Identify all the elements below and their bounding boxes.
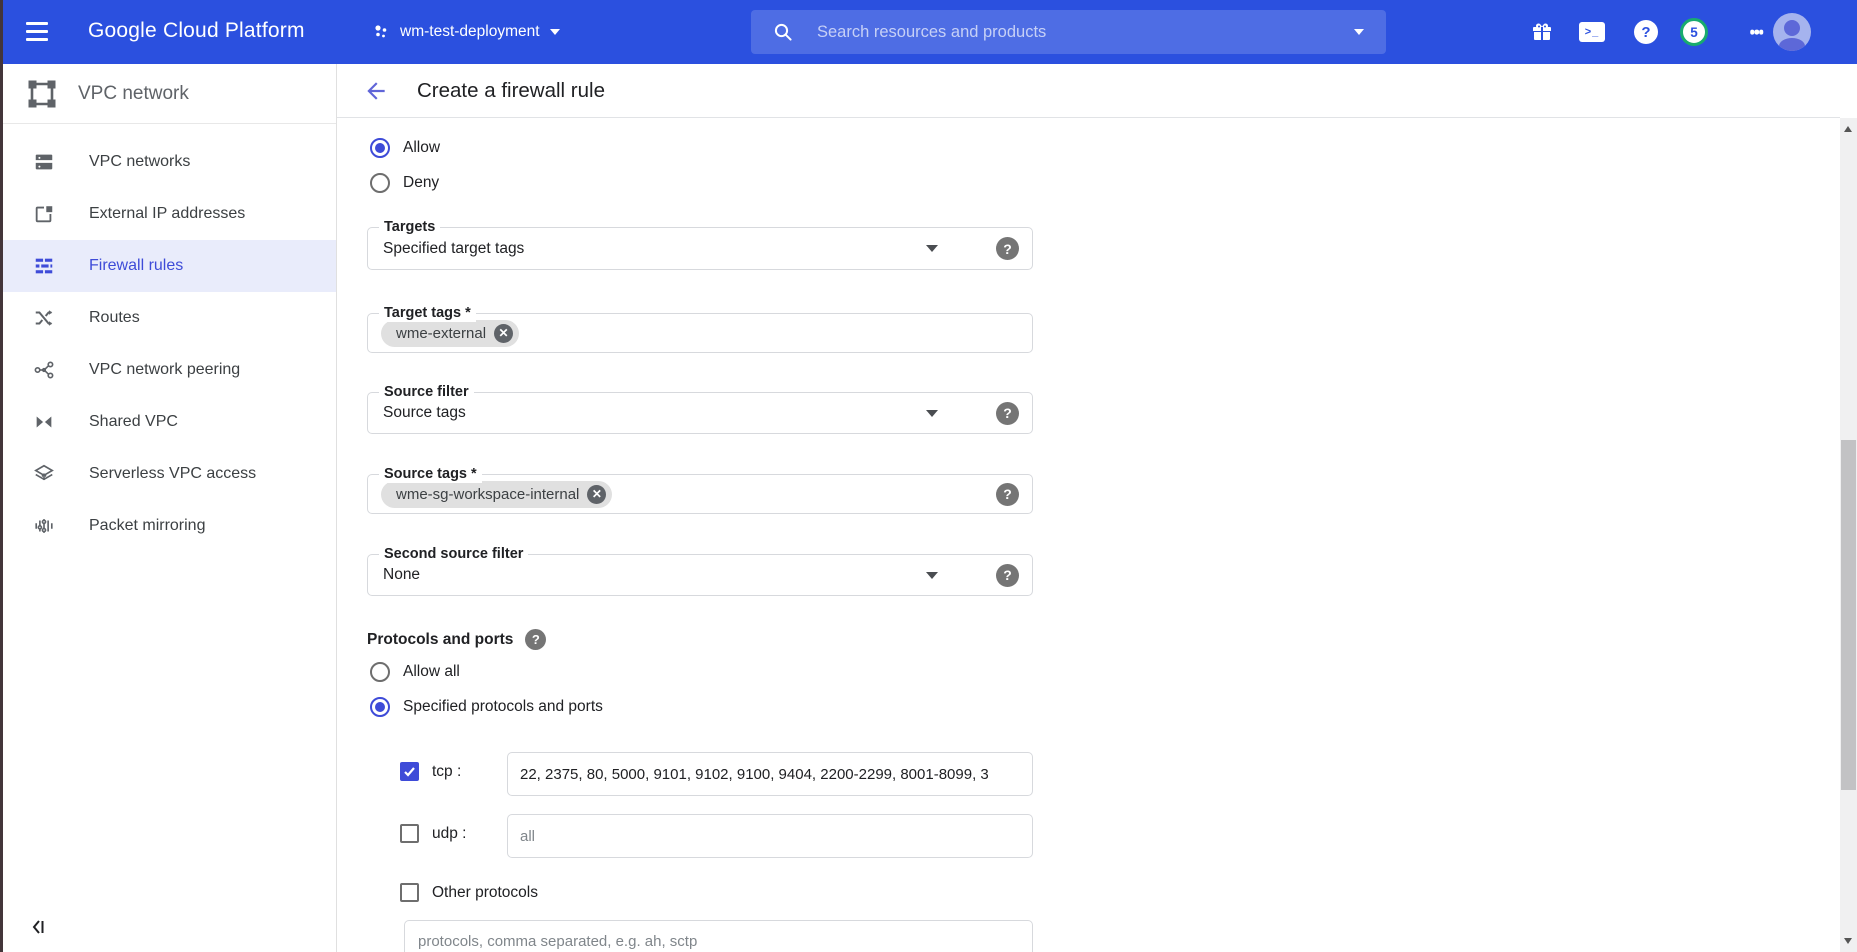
- second-source-filter-caret-icon[interactable]: [926, 572, 938, 579]
- sidebar-header: VPC network: [0, 64, 336, 124]
- sidebar: VPC network VPC networks External IP add…: [0, 64, 337, 952]
- notifications-badge[interactable]: 5: [1680, 18, 1708, 46]
- other-protocols-label: Other protocols: [432, 884, 538, 902]
- hamburger-menu-icon[interactable]: [26, 22, 48, 42]
- project-caret-icon: [550, 29, 560, 35]
- source-tags-help-icon[interactable]: ?: [996, 483, 1019, 506]
- source-filter-caret-icon[interactable]: [926, 410, 938, 417]
- vertical-scrollbar[interactable]: [1840, 118, 1857, 952]
- deny-radio[interactable]: [370, 173, 390, 193]
- sidebar-item-vpc-network-peering[interactable]: VPC network peering: [0, 344, 336, 396]
- scroll-up-icon[interactable]: [1844, 126, 1852, 132]
- sidebar-item-external-ip-addresses[interactable]: External IP addresses: [0, 188, 336, 240]
- targets-caret-icon[interactable]: [926, 245, 938, 252]
- page-header: Create a firewall rule: [337, 64, 1840, 118]
- notification-count: 5: [1680, 18, 1708, 46]
- vpc-networks-icon: [32, 151, 56, 173]
- tcp-checkbox[interactable]: [400, 762, 419, 781]
- search-caret-icon[interactable]: [1354, 29, 1364, 35]
- sidebar-item-packet-mirroring[interactable]: Packet mirroring: [0, 500, 336, 552]
- protocols-help-icon[interactable]: ?: [525, 629, 546, 650]
- udp-checkbox[interactable]: [400, 824, 419, 843]
- page-title: Create a firewall rule: [417, 79, 605, 103]
- firewall-rules-icon: [32, 255, 56, 277]
- remove-source-tag-icon[interactable]: ✕: [587, 485, 606, 504]
- allow-radio[interactable]: [370, 138, 390, 158]
- specified-protocols-radio[interactable]: [370, 697, 390, 717]
- window-edge: [0, 0, 3, 952]
- sidebar-item-shared-vpc[interactable]: Shared VPC: [0, 396, 336, 448]
- other-protocols-checkbox[interactable]: [400, 883, 419, 902]
- target-tags-label: Target tags *: [379, 305, 476, 322]
- second-source-filter-select[interactable]: Second source filter None ?: [367, 554, 1033, 596]
- brand-title[interactable]: Google Cloud Platform: [88, 19, 305, 43]
- targets-value: Specified target tags: [383, 240, 524, 258]
- specified-protocols-option[interactable]: Specified protocols and ports: [370, 697, 603, 717]
- search-bar[interactable]: Search resources and products: [751, 10, 1386, 54]
- more-options-icon[interactable]: [1750, 28, 1764, 37]
- sidebar-nav: VPC networks External IP addresses Firew…: [0, 136, 336, 552]
- udp-label: udp :: [432, 825, 466, 843]
- source-filter-help-icon[interactable]: ?: [996, 402, 1019, 425]
- sidebar-item-vpc-networks[interactable]: VPC networks: [0, 136, 336, 188]
- serverless-vpc-access-icon: [32, 463, 56, 485]
- topbar: Google Cloud Platform wm-test-deployment…: [0, 0, 1857, 64]
- source-filter-value: Source tags: [383, 404, 466, 422]
- packet-mirroring-icon: [32, 515, 56, 537]
- vpc-network-peering-icon: [32, 359, 56, 381]
- second-source-filter-label: Second source filter: [379, 546, 528, 563]
- sidebar-collapse-icon[interactable]: [30, 918, 48, 936]
- second-source-filter-value: None: [383, 566, 420, 584]
- sidebar-item-serverless-vpc-access[interactable]: Serverless VPC access: [0, 448, 336, 500]
- source-filter-label: Source filter: [379, 384, 474, 401]
- shared-vpc-icon: [32, 411, 56, 433]
- project-name: wm-test-deployment: [400, 23, 540, 41]
- source-tags-label: Source tags *: [379, 466, 482, 483]
- project-selector[interactable]: wm-test-deployment: [372, 0, 560, 64]
- scrollbar-thumb[interactable]: [1841, 440, 1856, 790]
- other-protocols-input[interactable]: [404, 920, 1033, 952]
- search-placeholder: Search resources and products: [817, 23, 1354, 42]
- sidebar-title: VPC network: [78, 83, 189, 105]
- targets-select[interactable]: Targets Specified target tags ?: [367, 227, 1033, 270]
- account-avatar[interactable]: [1773, 13, 1811, 51]
- allow-all-radio[interactable]: [370, 662, 390, 682]
- free-trial-gift-icon[interactable]: [1530, 20, 1554, 44]
- udp-row: udp :: [400, 824, 466, 843]
- action-allow-option[interactable]: Allow: [370, 138, 440, 158]
- allow-all-option[interactable]: Allow all: [370, 662, 460, 682]
- routes-icon: [32, 307, 56, 329]
- targets-help-icon[interactable]: ?: [996, 237, 1019, 260]
- source-tags-input[interactable]: Source tags * wme-sg-workspace-internal …: [367, 474, 1033, 514]
- other-protocols-row: Other protocols: [400, 883, 538, 902]
- sidebar-item-firewall-rules[interactable]: Firewall rules: [0, 240, 336, 292]
- help-icon[interactable]: ?: [1634, 20, 1658, 44]
- targets-label: Targets: [379, 219, 440, 236]
- second-source-filter-help-icon[interactable]: ?: [996, 564, 1019, 587]
- source-tag-chip: wme-sg-workspace-internal ✕: [381, 481, 612, 508]
- action-deny-option[interactable]: Deny: [370, 173, 439, 193]
- cloud-shell-icon[interactable]: >_: [1579, 22, 1605, 42]
- scroll-down-icon[interactable]: [1844, 938, 1852, 944]
- tcp-label: tcp :: [432, 763, 461, 781]
- remove-target-tag-icon[interactable]: ✕: [494, 324, 513, 343]
- tcp-row: tcp :: [400, 762, 461, 781]
- main-content: Create a firewall rule Allow Deny Target…: [337, 64, 1857, 952]
- target-tags-input[interactable]: Target tags * wme-external ✕: [367, 313, 1033, 353]
- tcp-ports-input[interactable]: [507, 752, 1033, 796]
- source-filter-select[interactable]: Source filter Source tags ?: [367, 392, 1033, 434]
- target-tag-chip: wme-external ✕: [381, 320, 519, 347]
- udp-ports-input[interactable]: [507, 814, 1033, 858]
- app-root: Google Cloud Platform wm-test-deployment…: [0, 0, 1857, 952]
- protocols-and-ports-heading: Protocols and ports ?: [367, 629, 546, 650]
- back-arrow-icon[interactable]: [363, 78, 389, 104]
- vpc-network-logo-icon: [28, 80, 56, 108]
- project-icon: [372, 23, 390, 41]
- sidebar-item-routes[interactable]: Routes: [0, 292, 336, 344]
- external-ip-icon: [32, 203, 56, 225]
- search-icon: [773, 22, 793, 42]
